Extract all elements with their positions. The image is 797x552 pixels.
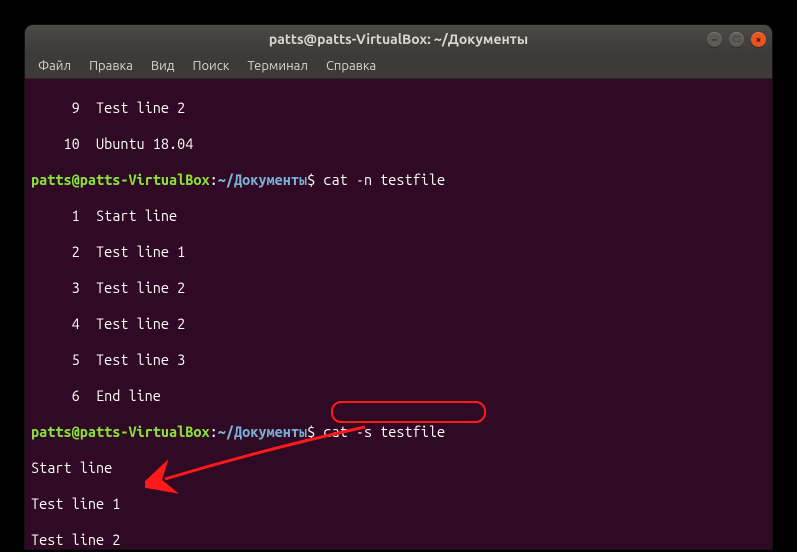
close-button[interactable]: ×	[751, 32, 766, 47]
output-line: Test line 2	[31, 531, 766, 549]
menu-terminal[interactable]: Терминал	[238, 55, 316, 77]
prompt-sep: :	[210, 171, 218, 188]
prompt-line: patts@patts-VirtualBox:~/Документы$ cat …	[31, 423, 766, 441]
output-line: 5 Test line 3	[31, 351, 766, 369]
menu-help[interactable]: Справка	[317, 55, 385, 77]
prompt-line: patts@patts-VirtualBox:~/Документы$ cat …	[31, 171, 766, 189]
minimize-button[interactable]: –	[707, 32, 722, 47]
menu-view[interactable]: Вид	[142, 55, 184, 77]
prompt-user: patts@patts-VirtualBox	[31, 423, 210, 440]
output-line: 1 Start line	[31, 207, 766, 225]
menubar: Файл Правка Вид Поиск Терминал Справка	[25, 53, 772, 79]
output-line: Start line	[31, 459, 766, 477]
command-text: cat -s testfile	[323, 423, 445, 440]
output-line: 3 Test line 2	[31, 279, 766, 297]
output-line: 10 Ubuntu 18.04	[31, 135, 766, 153]
titlebar[interactable]: patts@patts-VirtualBox: ~/Документы – □ …	[25, 25, 772, 53]
output-line: 4 Test line 2	[31, 315, 766, 333]
window-controls: – □ ×	[707, 32, 766, 47]
prompt-sep: :	[210, 423, 218, 440]
output-line: 2 Test line 1	[31, 243, 766, 261]
menu-edit[interactable]: Правка	[80, 55, 142, 77]
maximize-button[interactable]: □	[729, 32, 744, 47]
menu-file[interactable]: Файл	[29, 55, 80, 77]
terminal-window: patts@patts-VirtualBox: ~/Документы – □ …	[25, 25, 772, 549]
prompt-path: ~/Документы	[218, 423, 307, 440]
command-text: cat -n testfile	[323, 171, 445, 188]
window-title: patts@patts-VirtualBox: ~/Документы	[269, 31, 528, 47]
prompt-symbol: $	[307, 171, 315, 188]
annotation-highlight	[331, 401, 486, 423]
output-line: 6 End line	[31, 387, 766, 405]
menu-search[interactable]: Поиск	[183, 55, 238, 77]
output-line: 9 Test line 2	[31, 99, 766, 117]
prompt-symbol: $	[307, 423, 315, 440]
prompt-user: patts@patts-VirtualBox	[31, 171, 210, 188]
terminal-body[interactable]: 9 Test line 2 10 Ubuntu 18.04 patts@patt…	[25, 79, 772, 549]
prompt-path: ~/Документы	[218, 171, 307, 188]
output-line: Test line 1	[31, 495, 766, 513]
